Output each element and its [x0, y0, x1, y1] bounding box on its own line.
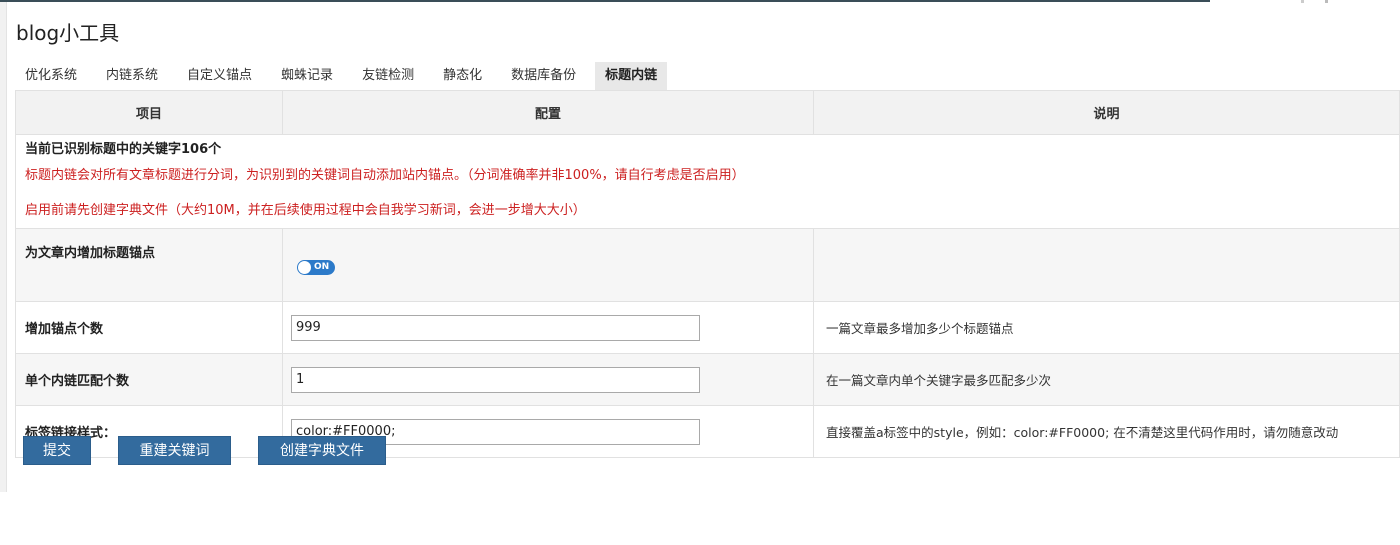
row-label: 单个内链匹配个数 [15, 353, 283, 406]
row-config [282, 353, 814, 406]
keyword-count-text: 当前已识别标题中的关键字106个 [25, 142, 222, 157]
action-buttons: 提交 重建关键词 创建字典文件 [23, 436, 386, 465]
toggle-state-label: ON [314, 261, 330, 272]
tab-friend-link-check[interactable]: 友链检测 [352, 62, 424, 90]
table-row: 单个内链匹配个数 在一篇文章内单个关键字最多匹配多少次 [15, 353, 1400, 406]
row-description [813, 228, 1400, 302]
warning-note: 标题内链会对所有文章标题进行分词，为识别到的关键词自动添加站内锚点。（分词准确率… [25, 168, 745, 183]
table-row: 为文章内增加标题锚点 ON [15, 228, 1400, 302]
submit-button[interactable]: 提交 [23, 436, 91, 465]
row-description: 直接覆盖a标签中的style，例如：color:#FF0000; 在不清楚这里代… [813, 405, 1400, 458]
tab-static[interactable]: 静态化 [433, 62, 492, 90]
info-cell: 当前已识别标题中的关键字106个 标题内链会对所有文章标题进行分词，为识别到的关… [15, 134, 1400, 229]
row-config [282, 301, 814, 354]
tab-custom-anchors[interactable]: 自定义锚点 [177, 62, 262, 90]
tab-bar: 优化系统 内链系统 自定义锚点 蜘蛛记录 友链检测 静态化 数据库备份 标题内链 [15, 62, 668, 90]
tab-title-links[interactable]: 标题内链 [595, 62, 668, 90]
tab-db-backup[interactable]: 数据库备份 [501, 62, 586, 90]
tab-spider-log[interactable]: 蜘蛛记录 [271, 62, 343, 90]
column-header-config: 配置 [282, 90, 814, 135]
row-config: ON [282, 228, 814, 302]
config-table: 项目 配置 说明 当前已识别标题中的关键字106个 标题内链会对所有文章标题进行… [15, 90, 1400, 458]
column-header-item: 项目 [15, 90, 283, 135]
anchor-toggle-switch[interactable]: ON [297, 259, 335, 275]
anchor-count-input[interactable] [291, 314, 700, 341]
corner-mark [1301, 0, 1304, 3]
info-row: 当前已识别标题中的关键字106个 标题内链会对所有文章标题进行分词，为识别到的关… [15, 134, 1400, 229]
top-border-line [0, 0, 1210, 2]
row-description: 一篇文章最多增加多少个标题锚点 [813, 301, 1400, 354]
row-label: 增加锚点个数 [15, 301, 283, 354]
create-dictionary-button[interactable]: 创建字典文件 [258, 436, 386, 465]
table-header-row: 项目 配置 说明 [15, 90, 1400, 135]
corner-mark [1325, 0, 1328, 3]
warning-note: 启用前请先创建字典文件（大约10M，并在后续使用过程中会自我学习新词，会进一步增… [25, 203, 586, 218]
match-count-input[interactable] [291, 366, 700, 393]
page-title: blog小工具 [16, 21, 120, 45]
row-description: 在一篇文章内单个关键字最多匹配多少次 [813, 353, 1400, 406]
tab-optimize[interactable]: 优化系统 [15, 62, 87, 90]
toggle-knob [298, 260, 311, 274]
left-sidebar-strip [0, 2, 7, 492]
row-label: 为文章内增加标题锚点 [15, 228, 283, 302]
column-header-description: 说明 [813, 90, 1400, 135]
table-row: 增加锚点个数 一篇文章最多增加多少个标题锚点 [15, 301, 1400, 354]
rebuild-keywords-button[interactable]: 重建关键词 [118, 436, 231, 465]
tab-internal-links[interactable]: 内链系统 [96, 62, 168, 90]
